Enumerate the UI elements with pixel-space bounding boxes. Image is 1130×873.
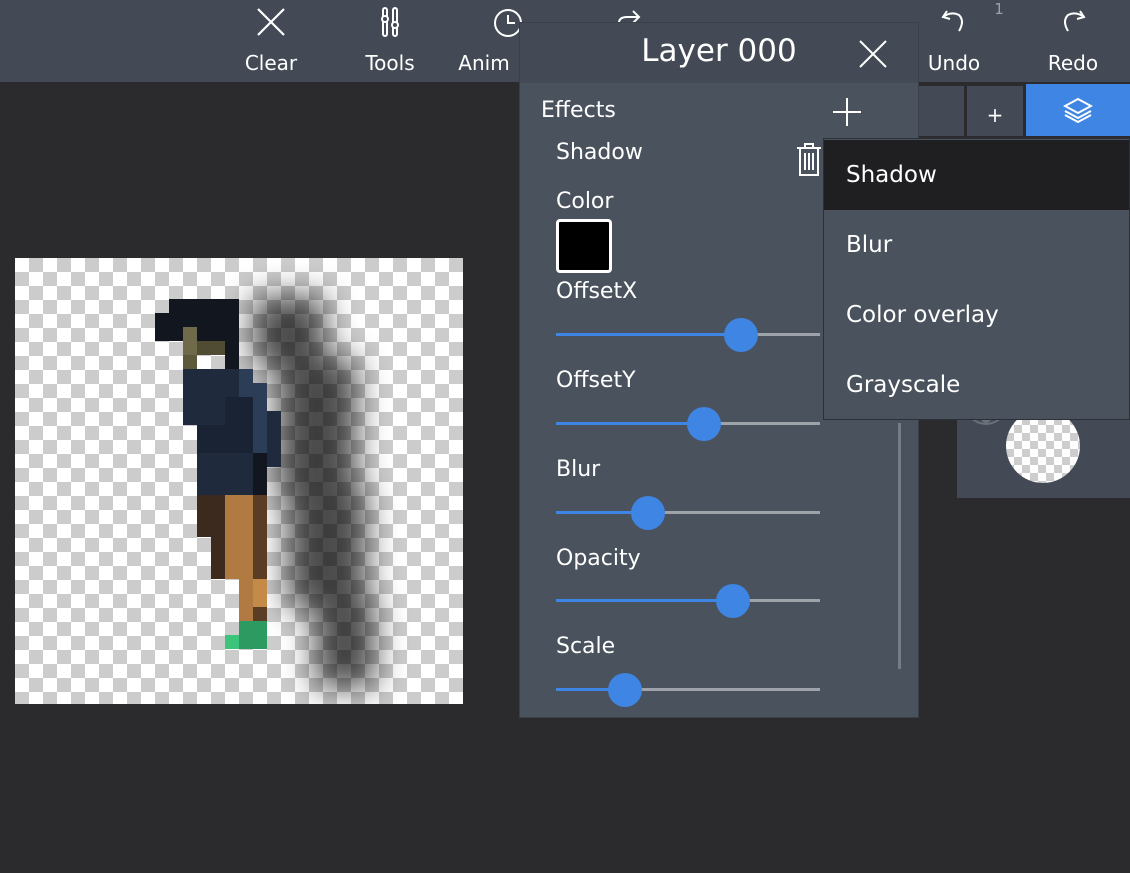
slider-knob[interactable] — [607, 673, 642, 707]
layers-toggle-button[interactable] — [1026, 84, 1130, 136]
slider-knob[interactable] — [631, 496, 666, 530]
slider-knob[interactable] — [715, 584, 750, 618]
slider-knob[interactable] — [723, 318, 758, 352]
undo-button[interactable]: Undo — [904, 0, 1004, 82]
scale-label: Scale — [556, 634, 616, 659]
add-layer-button[interactable]: + — [967, 86, 1023, 136]
delete-effect-icon[interactable] — [794, 141, 824, 179]
dialog-header: Layer 000 — [520, 23, 918, 83]
add-effect-icon[interactable] — [832, 97, 862, 127]
effect-name: Shadow — [556, 140, 643, 165]
undo-label: Undo — [927, 51, 981, 75]
color-swatch[interactable] — [556, 219, 612, 273]
layers-tab[interactable] — [918, 86, 964, 136]
opacity-label: Opacity — [556, 546, 641, 571]
tools-icon — [381, 7, 399, 37]
dialog-scrollbar[interactable] — [898, 423, 901, 669]
layers-icon — [1063, 97, 1093, 124]
slider-fill — [556, 599, 733, 602]
tools-button[interactable]: Tools — [340, 0, 440, 82]
clear-label: Clear — [244, 51, 298, 75]
sprite-artwork — [155, 296, 375, 688]
redo-button[interactable]: Redo — [1023, 0, 1123, 82]
menu-item-grayscale[interactable]: Grayscale — [824, 350, 1129, 420]
clear-button[interactable]: Clear — [221, 0, 321, 82]
scale-slider[interactable] — [556, 672, 820, 708]
layer-thumbnail — [1006, 409, 1080, 483]
clear-icon — [257, 8, 285, 36]
color-label: Color — [556, 189, 614, 214]
opacity-slider[interactable] — [556, 583, 820, 619]
blur-slider[interactable] — [556, 495, 820, 531]
redo-icon — [1064, 10, 1086, 32]
offsety-slider[interactable] — [556, 406, 820, 442]
offsetx-label: OffsetX — [556, 279, 638, 304]
menu-item-shadow[interactable]: Shadow — [824, 140, 1129, 210]
undo-count: 1 — [994, 0, 1004, 18]
offsetx-slider[interactable] — [556, 317, 820, 353]
slider-fill — [556, 333, 741, 336]
undo-icon — [941, 10, 963, 32]
tools-label: Tools — [365, 51, 415, 75]
offsety-label: OffsetY — [556, 368, 636, 393]
redo-label: Redo — [1047, 51, 1099, 75]
close-icon[interactable] — [858, 39, 888, 69]
blur-label: Blur — [556, 457, 601, 482]
slider-fill — [556, 422, 704, 425]
slider-knob[interactable] — [686, 407, 721, 441]
menu-item-blur[interactable]: Blur — [824, 210, 1129, 280]
effect-type-menu: Shadow Blur Color overlay Grayscale — [823, 138, 1130, 420]
effects-label: Effects — [541, 98, 616, 123]
menu-item-color-overlay[interactable]: Color overlay — [824, 280, 1129, 350]
drawing-canvas[interactable] — [15, 258, 463, 704]
